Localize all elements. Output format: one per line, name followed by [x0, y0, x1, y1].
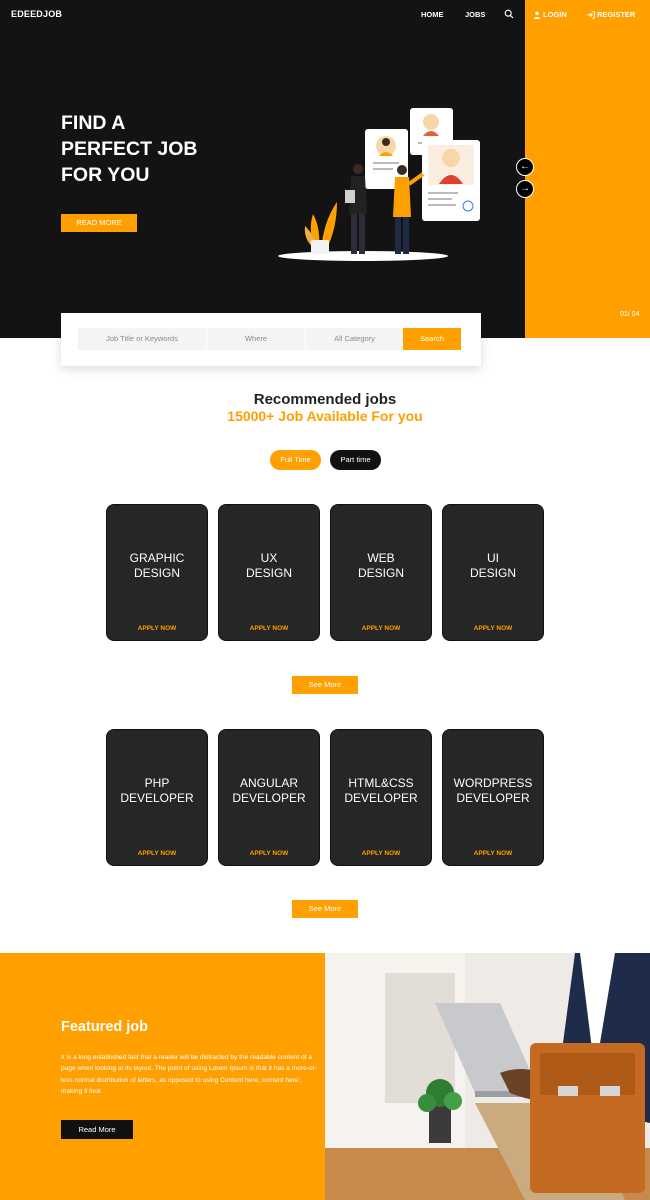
job-search-bar: Job Title or Keywords Where All Category… — [61, 313, 481, 366]
job-card-title: WORDPRESS DEVELOPER — [453, 776, 533, 805]
recommended-subtitle: 15000+ Job Available For you — [227, 408, 423, 424]
apply-now-link[interactable]: APPLY NOW — [443, 850, 543, 857]
tab-full-time[interactable]: Full Time — [270, 450, 321, 470]
nav-register-label: REGISTER — [597, 10, 636, 19]
slide-counter: 01/ 04 — [620, 311, 640, 318]
slider-prev-button[interactable]: ← — [516, 158, 534, 176]
category-select[interactable]: All Category — [306, 328, 403, 350]
job-card-title: UX DESIGN — [245, 551, 292, 580]
featured-text: It is a long established fact that a rea… — [61, 1054, 318, 1095]
arrow-right-icon: → — [520, 183, 530, 194]
hero-title-line-1: FIND A — [61, 112, 126, 134]
job-card-title: PHP DEVELOPER — [120, 776, 194, 805]
nav-login-link[interactable]: LOGIN — [533, 10, 567, 19]
nav-home-link[interactable]: HOME — [421, 10, 444, 19]
hero-title-line-2: PERFECT JOB — [61, 138, 198, 160]
job-card-title: UI DESIGN — [469, 551, 516, 580]
arrow-left-icon: ← — [520, 161, 530, 172]
apply-now-link[interactable]: APPLY NOW — [107, 850, 207, 857]
job-card[interactable]: ANGULAR DEVELOPER APPLY NOW — [218, 729, 320, 866]
job-card-title: WEB DESIGN — [357, 551, 404, 580]
search-icon[interactable] — [504, 9, 514, 19]
see-more-button[interactable]: See More — [292, 676, 358, 694]
job-card[interactable]: UX DESIGN APPLY NOW — [218, 504, 320, 641]
nav-jobs-link[interactable]: JOBS — [465, 10, 485, 19]
job-card[interactable]: WORDPRESS DEVELOPER APPLY NOW — [442, 729, 544, 866]
site-logo[interactable]: EDEEDJOB — [11, 9, 62, 19]
apply-now-link[interactable]: APPLY NOW — [107, 625, 207, 632]
featured-job-section: Featured job It is a long established fa… — [0, 953, 325, 1200]
location-input[interactable]: Where — [207, 328, 305, 350]
hero-illustration — [278, 108, 480, 261]
see-more-button[interactable]: See More — [292, 900, 358, 918]
hero-accent-panel — [525, 0, 650, 338]
featured-read-more-button[interactable]: Read More — [61, 1120, 133, 1139]
featured-photo — [325, 953, 650, 1200]
keyword-input[interactable]: Job Title or Keywords — [78, 328, 206, 350]
search-button[interactable]: Search — [403, 328, 461, 350]
hero-read-more-button[interactable]: READ MORE — [61, 214, 137, 232]
user-icon — [533, 11, 541, 19]
job-card-title: GRAPHIC DESIGN — [129, 551, 185, 580]
featured-title: Featured job — [61, 1019, 149, 1035]
job-card[interactable]: UI DESIGN APPLY NOW — [442, 504, 544, 641]
hero-title-line-3: FOR YOU — [61, 164, 150, 186]
job-card[interactable]: GRAPHIC DESIGN APPLY NOW — [106, 504, 208, 641]
hero-section: EDEEDJOB HOME JOBS LOGIN REGISTER FIND A… — [0, 0, 650, 338]
job-card-title: ANGULAR DEVELOPER — [232, 776, 306, 805]
job-card[interactable]: WEB DESIGN APPLY NOW — [330, 504, 432, 641]
job-card[interactable]: PHP DEVELOPER APPLY NOW — [106, 729, 208, 866]
slider-next-button[interactable]: → — [516, 180, 534, 198]
recommended-title: Recommended jobs — [253, 391, 397, 408]
apply-now-link[interactable]: APPLY NOW — [219, 850, 319, 857]
apply-now-link[interactable]: APPLY NOW — [219, 625, 319, 632]
tab-part-time[interactable]: Part time — [330, 450, 381, 470]
hero-title: FIND A PERFECT JOB FOR YOU — [61, 110, 261, 188]
sign-in-icon — [587, 10, 595, 19]
job-card-title: HTML&CSS DEVELOPER — [344, 776, 418, 805]
apply-now-link[interactable]: APPLY NOW — [443, 625, 543, 632]
nav-register-link[interactable]: REGISTER — [587, 10, 635, 19]
apply-now-link[interactable]: APPLY NOW — [331, 850, 431, 857]
apply-now-link[interactable]: APPLY NOW — [331, 625, 431, 632]
job-card[interactable]: HTML&CSS DEVELOPER APPLY NOW — [330, 729, 432, 866]
nav-login-label: LOGIN — [543, 10, 567, 19]
